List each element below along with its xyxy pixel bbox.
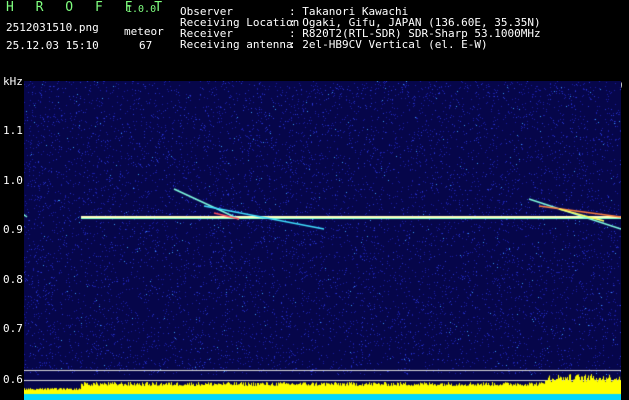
freq-tick: 1.1 xyxy=(3,124,23,137)
antenna-value: : 2el-HB9CV Vertical (el. E-W) xyxy=(289,38,488,51)
freq-tick: 0.7 xyxy=(3,322,23,335)
header: H R O F F T 1.0.0 2512031510.png 25.12.0… xyxy=(0,0,629,72)
freq-tick: 0.6 xyxy=(3,373,23,386)
freq-tick: 1.0 xyxy=(3,174,23,187)
counter-value: 67 xyxy=(139,39,153,52)
file-datetime: 25.12.03 15:10 xyxy=(6,39,99,52)
file-name: 2512031510.png xyxy=(6,21,99,34)
freq-tick: 0.9 xyxy=(3,223,23,236)
antenna-label: Receiving antenna xyxy=(180,38,293,51)
app-version: 1.0.0 xyxy=(126,4,157,15)
counter-label: meteor xyxy=(124,25,164,38)
spectrogram xyxy=(24,81,621,400)
y-unit-label: kHz xyxy=(3,75,23,88)
freq-tick: 0.8 xyxy=(3,273,23,286)
spectrogram-canvas xyxy=(24,81,621,400)
